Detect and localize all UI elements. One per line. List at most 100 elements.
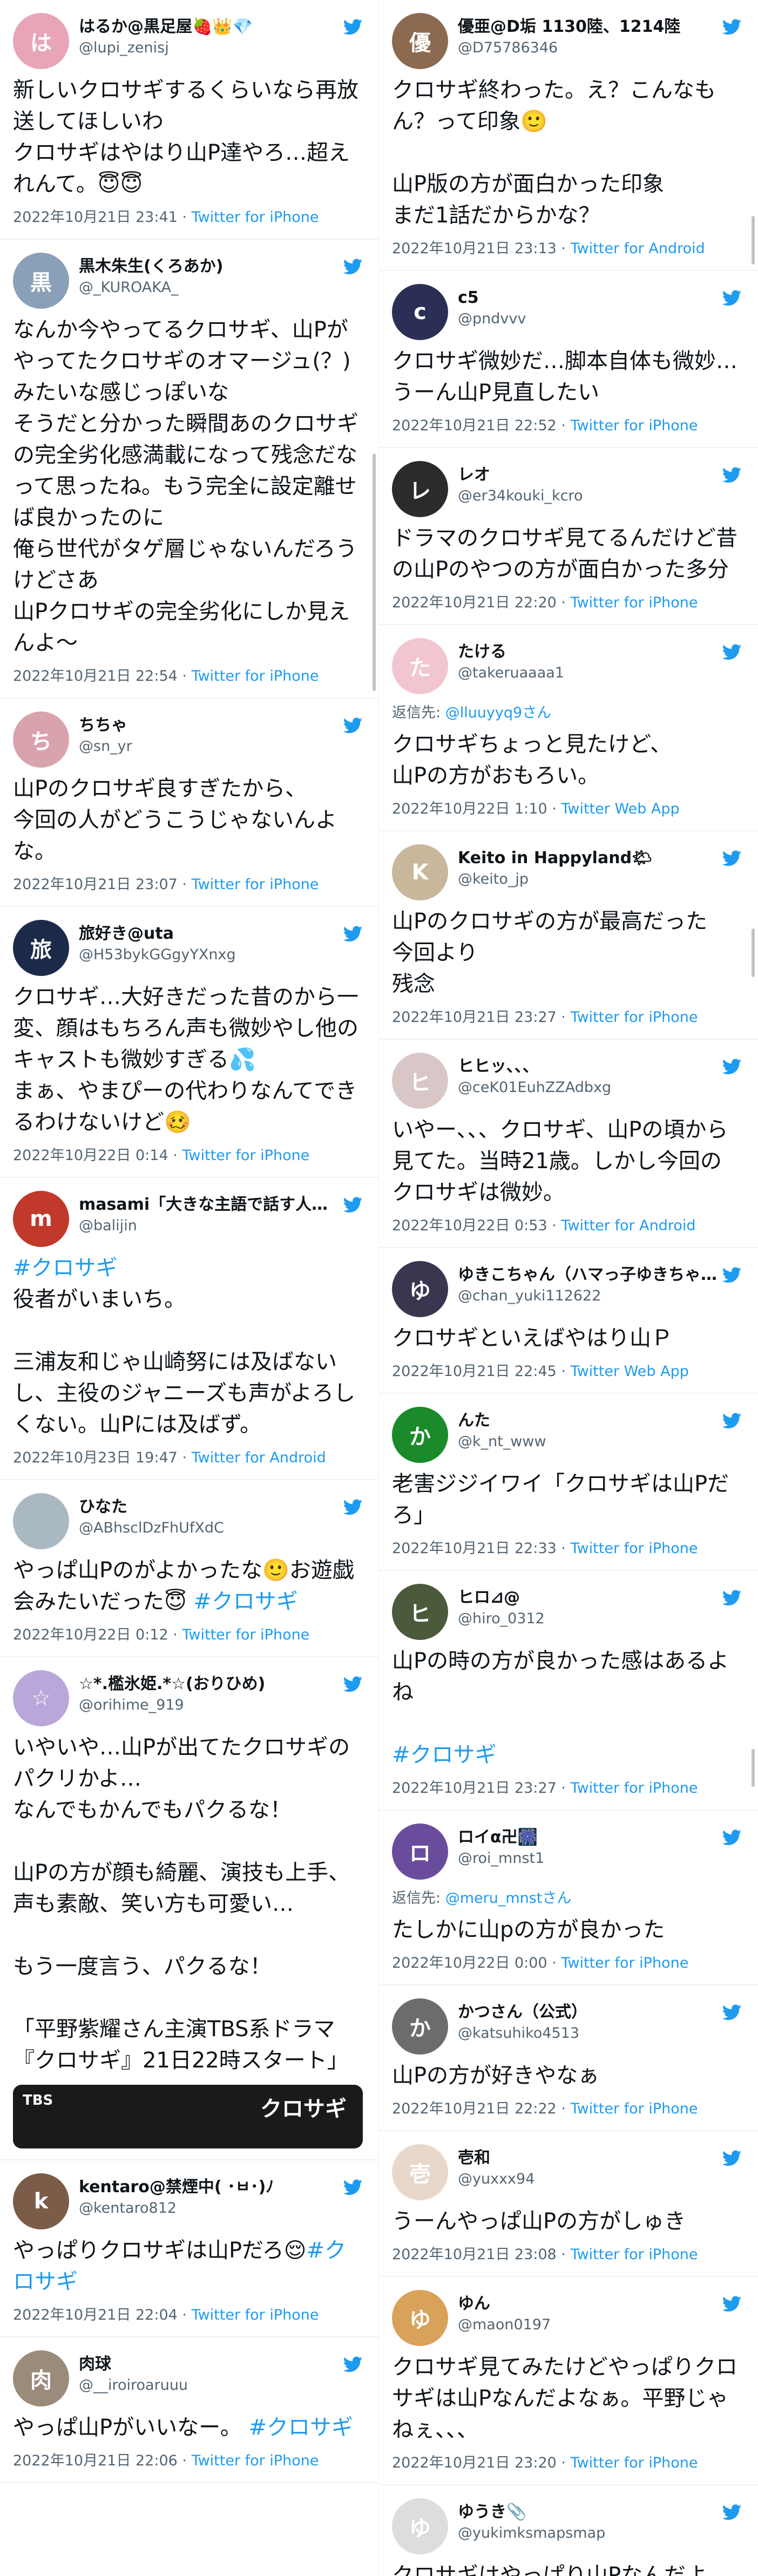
display-name[interactable]: kentaro@禁煙中( ･ㅂ･)ﾉ <box>79 2177 338 2198</box>
avatar[interactable]: は <box>13 13 69 69</box>
avatar[interactable]: m <box>13 1191 69 1247</box>
reply-mention-link[interactable]: @lluuyyq9さん <box>445 704 552 721</box>
avatar[interactable]: ヒ <box>392 1053 448 1109</box>
tweet-card[interactable]: ヒ ヒロ⊿@ @hiro_0312 山Pの時の方が良かった感はあるよね #クロサギ 20… <box>379 1571 758 1811</box>
tweet-source-link[interactable]: Twitter for iPhone <box>571 2100 698 2117</box>
tweet-card[interactable]: た たける @takeruaaaa1 返信先: @lluuyyq9さん クロサギちょっと… <box>379 625 758 831</box>
tweet-date[interactable]: 2022年10月22日 0:53 <box>392 1217 547 1234</box>
display-name[interactable]: ロイ⍺卍🎆 <box>458 1827 717 1848</box>
tweet-source-link[interactable]: Twitter for iPhone <box>192 668 319 684</box>
username[interactable]: @ceK01EuhZZAdbxg <box>458 1077 717 1098</box>
tweet-date[interactable]: 2022年10月21日 22:22 <box>392 2100 557 2117</box>
tweet-source-link[interactable]: Twitter Web App <box>561 801 679 817</box>
tweet-source-link[interactable]: Twitter for iPhone <box>571 1009 698 1026</box>
tweet-date[interactable]: 2022年10月22日 0:12 <box>13 1626 168 1643</box>
display-name[interactable]: ヒヒッ、、、 <box>458 1056 717 1077</box>
tweet-source-link[interactable]: Twitter for iPhone <box>192 876 319 893</box>
avatar[interactable]: ☆ <box>13 1670 69 1726</box>
display-name[interactable]: ゆきこちゃん（ハマっ子ゆきちゃ... <box>458 1264 717 1286</box>
tweet-date[interactable]: 2022年10月21日 22:45 <box>392 1363 557 1380</box>
avatar[interactable]: か <box>392 1407 448 1463</box>
avatar[interactable]: レ <box>392 461 448 517</box>
hashtag-link[interactable]: #クロサギ <box>13 1256 118 1280</box>
tweet-date[interactable]: 2022年10月21日 22:54 <box>13 668 178 684</box>
display-name[interactable]: ゆうき📎 <box>458 2502 717 2523</box>
avatar[interactable] <box>13 1493 69 1549</box>
display-name[interactable]: たける <box>458 641 717 663</box>
avatar[interactable]: ち <box>13 711 69 768</box>
tweet-card[interactable]: レ レオ @er34kouki_kcro ドラマのクロサギ見てるんだけど昔の山Pのやつ… <box>379 448 758 625</box>
tweet-source-link[interactable]: Twitter Web App <box>571 1363 689 1380</box>
display-name[interactable]: はるか@黒足屋🍓👑💎 <box>79 16 338 38</box>
tweet-card[interactable]: 肉 肉球 @__iroiroaruuu やっぱ山Pがいいなー。 #クロサギ 2022年1… <box>0 2337 379 2483</box>
avatar[interactable]: ロ <box>392 1823 448 1880</box>
tweet-source-link[interactable]: Twitter for Android <box>571 240 705 257</box>
tweet-date[interactable]: 2022年10月21日 22:20 <box>392 594 557 611</box>
avatar[interactable]: k <box>13 2173 69 2229</box>
reply-mention-link[interactable]: @meru_mnstさん <box>445 1890 572 1907</box>
avatar[interactable]: 旅 <box>13 920 69 976</box>
tweet-source-link[interactable]: Twitter for Android <box>192 1449 326 1466</box>
display-name[interactable]: masami「大きな主語で話す人」... <box>79 1194 338 1216</box>
tweet-source-link[interactable]: Twitter for Android <box>561 1217 695 1234</box>
tweet-date[interactable]: 2022年10月21日 23:27 <box>392 1780 557 1797</box>
tweet-date[interactable]: 2022年10月21日 22:06 <box>13 2452 178 2469</box>
avatar[interactable]: 壱 <box>392 2144 448 2200</box>
tweet-date[interactable]: 2022年10月22日 0:00 <box>392 1955 547 1971</box>
tweet-card[interactable]: ロ ロイ⍺卍🎆 @roi_mnst1 返信先: @meru_mnstさん たしかに山pの… <box>379 1811 758 1985</box>
display-name[interactable]: 黒木朱生(くろあか) <box>79 256 338 277</box>
username[interactable]: @H53bykGGgyYXnxg <box>79 945 338 965</box>
username[interactable]: @yukimksmapsmap <box>458 2523 717 2544</box>
tweet-date[interactable]: 2022年10月21日 23:20 <box>392 2455 557 2471</box>
username[interactable]: @roi_mnst1 <box>458 1848 717 1869</box>
display-name[interactable]: 旅好き@uta <box>79 923 338 945</box>
tweet-card[interactable]: ち ちちゃ @sn_yr 山Pのクロサギ良すぎたから、 今回の人がどうこうじゃないんよ… <box>0 699 379 907</box>
username[interactable]: @yuxxx94 <box>458 2169 717 2189</box>
tweet-date[interactable]: 2022年10月21日 22:52 <box>392 417 557 434</box>
scrollbar-left[interactable] <box>373 453 376 691</box>
tweet-date[interactable]: 2022年10月21日 22:04 <box>13 2307 178 2323</box>
avatar[interactable]: ゆ <box>392 2290 448 2346</box>
tweet-card[interactable]: m masami「大きな主語で話す人」... @balijin #クロサギ 役者がいま… <box>0 1178 379 1480</box>
display-name[interactable]: かつさん（公式） <box>458 2002 717 2023</box>
tweet-card[interactable]: か かつさん（公式） @katsuhiko4513 山Pの方が好きやなぁ 2022年10… <box>379 1985 758 2131</box>
avatar[interactable]: 優 <box>392 13 448 69</box>
tweet-card[interactable]: ゆ ゆん @maon0197 クロサギ見てみたけどやっぱりクロサギは山Pなんだよなぁ。… <box>379 2277 758 2485</box>
tweet-date[interactable]: 2022年10月22日 0:14 <box>13 1147 168 1164</box>
avatar[interactable]: 黒 <box>13 253 69 309</box>
tweet-card[interactable]: か んた @k_nt_www 老害ジジイワイ「クロサギは山Pだろ」 2022年10月21… <box>379 1394 758 1571</box>
username[interactable]: @chan_yuki112622 <box>458 1286 717 1306</box>
hashtag-link[interactable]: #クロサギ <box>193 1589 298 1614</box>
tweet-date[interactable]: 2022年10月21日 23:27 <box>392 1009 557 1026</box>
tweet-source-link[interactable]: Twitter for iPhone <box>182 1147 309 1164</box>
display-name[interactable]: ☆*.檻氷姫.*☆(おりひめ) <box>79 1673 338 1695</box>
tweet-card[interactable]: k kentaro@禁煙中( ･ㅂ･)ﾉ @kentaro812 やっぱりクロサギは山… <box>0 2160 379 2337</box>
username[interactable]: @k_nt_www <box>458 1432 717 1452</box>
avatar[interactable]: K <box>392 844 448 900</box>
tweet-source-link[interactable]: Twitter for iPhone <box>561 1955 688 1971</box>
tweet-card[interactable]: K Keito in Happyland🌤 @keito_jp 山Pのクロサギの方が最… <box>379 831 758 1040</box>
tweet-card[interactable]: ゆゆうき📎@yukimksmapsmapクロサギはやっぱり山Pなんだよね。202… <box>379 2485 758 2576</box>
tweet-card[interactable]: c c5 @pndvvv クロサギ微妙だ…脚本自体も微妙…うーん山P見直したい 2022… <box>379 271 758 448</box>
avatar[interactable]: 肉 <box>13 2350 69 2406</box>
username[interactable]: @D75786346 <box>458 38 717 58</box>
display-name[interactable]: ヒロ⊿@ <box>458 1587 717 1609</box>
tweet-source-link[interactable]: Twitter for iPhone <box>192 2307 319 2323</box>
username[interactable]: @orihime_919 <box>79 1695 338 1716</box>
tweet-card[interactable]: 優 優亜@D垢 1130陸、1214陸 @D75786346 クロサギ終わった。え？こ… <box>379 0 758 271</box>
hashtag-link[interactable]: #クロサギ <box>392 1743 497 1767</box>
username[interactable]: @hiro_0312 <box>458 1609 717 1629</box>
tweet-source-link[interactable]: Twitter for iPhone <box>192 209 319 226</box>
tweet-date[interactable]: 2022年10月21日 23:08 <box>392 2246 557 2263</box>
tweet-source-link[interactable]: Twitter for iPhone <box>571 594 698 611</box>
display-name[interactable]: んた <box>458 1410 717 1432</box>
username[interactable]: @sn_yr <box>79 736 338 757</box>
username[interactable]: @takeruaaaa1 <box>458 663 717 683</box>
username[interactable]: @pndvvv <box>458 309 717 329</box>
username[interactable]: @kentaro812 <box>79 2198 338 2219</box>
tweet-card[interactable]: ☆ ☆*.檻氷姫.*☆(おりひめ) @orihime_919 いやいや…山Pが出てたク… <box>0 1657 379 2160</box>
tweet-card[interactable]: ゆ ゆきこちゃん（ハマっ子ゆきちゃ... @chan_yuki112622 クロサギと… <box>379 1248 758 1394</box>
tweet-date[interactable]: 2022年10月22日 1:10 <box>392 801 547 817</box>
avatar[interactable]: c <box>392 284 448 340</box>
avatar[interactable]: ゆ <box>392 1261 448 1317</box>
